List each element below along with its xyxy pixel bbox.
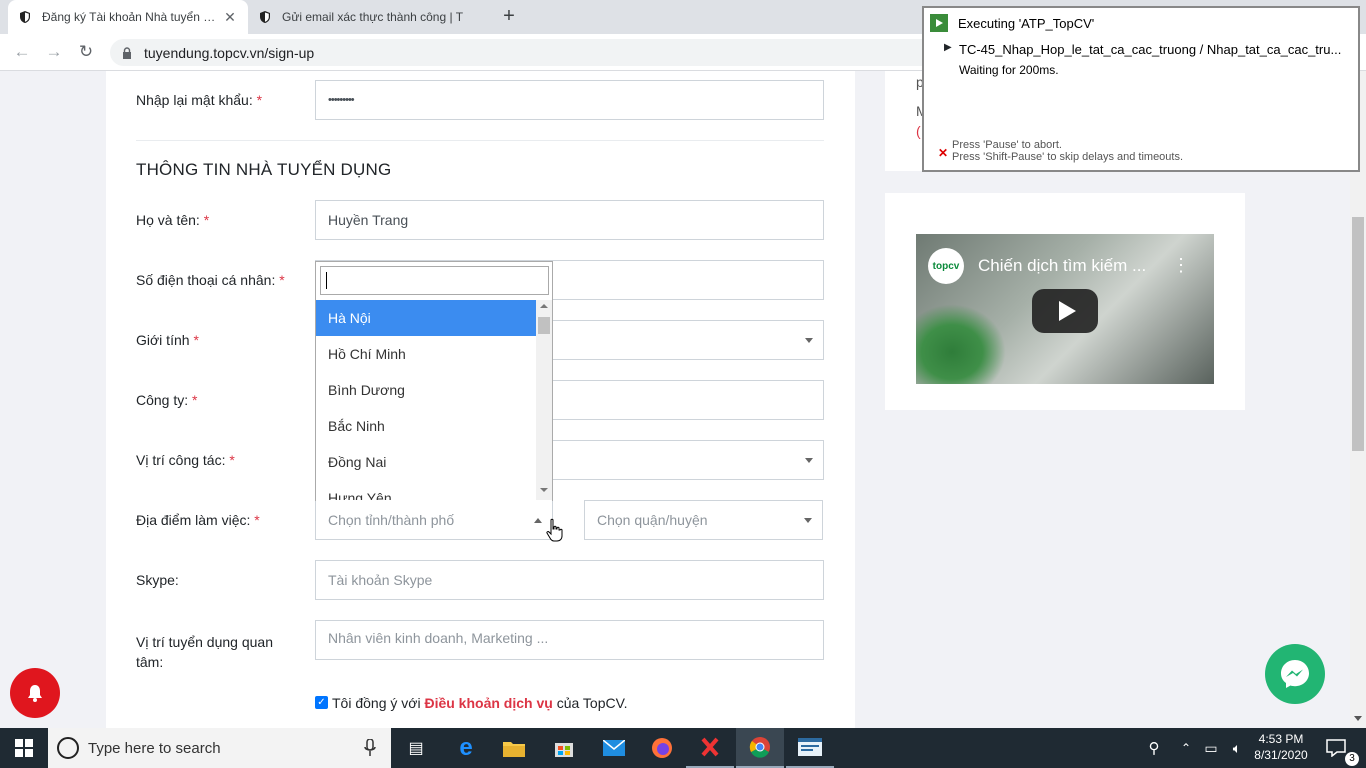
automation-hint: Press 'Pause' to abort. <box>952 139 1062 151</box>
skype-label: Skype: <box>136 572 179 588</box>
expand-arrow-icon[interactable]: ▶ <box>944 42 952 53</box>
automation-header: Executing 'ATP_TopCV' <box>924 8 1358 38</box>
province-option-hanoi[interactable]: Hà Nội <box>316 300 536 336</box>
district-select[interactable]: Chọn quận/huyện <box>584 500 823 540</box>
full-name-input[interactable]: Huyền Trang <box>315 200 824 240</box>
clock[interactable]: 4:53 PM 8/31/2020 <box>1246 731 1316 763</box>
province-option-hungyen[interactable]: Hưng Yên <box>316 480 536 500</box>
shield-icon <box>258 10 272 24</box>
automation-task: TC-45_Nhap_Hop_le_tat_ca_cac_truong / Nh… <box>959 42 1342 57</box>
automation-hint: Press 'Shift-Pause' to skip delays and t… <box>952 151 1184 163</box>
task-view-icon[interactable]: ▤ <box>392 728 440 768</box>
terms-text: Tôi đồng ý với Điều khoản dịch vụ của To… <box>332 695 628 711</box>
dropdown-scroll-thumb[interactable] <box>538 317 550 334</box>
video-player[interactable]: topcv Chiến dịch tìm kiếm ... ⋮ <box>916 234 1214 384</box>
more-vert-icon[interactable]: ⋮ <box>1172 256 1190 274</box>
katalon-icon[interactable] <box>686 728 734 768</box>
microphone-icon[interactable] <box>364 738 376 757</box>
work-location-label: Địa điểm làm việc: * <box>136 512 260 528</box>
play-icon <box>1059 301 1076 321</box>
messenger-icon <box>1281 660 1309 688</box>
confirm-password-input[interactable]: ••••••••• <box>315 80 824 120</box>
video-thumbnail-plant <box>916 304 1006 384</box>
firefox-icon[interactable] <box>638 728 686 768</box>
abort-icon: ✕ <box>938 146 949 160</box>
chrome-icon[interactable] <box>736 728 784 768</box>
windows-start-icon[interactable] <box>0 728 48 768</box>
scroll-down-icon[interactable] <box>540 488 548 492</box>
province-options-list: Hà Nội Hồ Chí Minh Bình Dương Bắc Ninh Đ… <box>316 300 536 500</box>
edge-icon[interactable]: e <box>442 728 490 768</box>
gender-label: Giới tính * <box>136 332 199 348</box>
chevron-down-icon <box>804 518 812 523</box>
scroll-up-icon[interactable] <box>540 304 548 308</box>
divider <box>136 140 824 141</box>
store-icon[interactable] <box>540 728 588 768</box>
file-explorer-icon[interactable] <box>490 728 538 768</box>
province-option-dongnai[interactable]: Đồng Nai <box>316 444 536 480</box>
play-flag-icon <box>930 14 948 32</box>
terms-link[interactable]: Điều khoản dịch vụ <box>424 695 552 711</box>
tab-title: Đăng ký Tài khoản Nhà tuyển dụ <box>42 10 216 24</box>
back-arrow-icon[interactable]: ← <box>10 40 34 64</box>
position-label: Vị trí công tác: * <box>136 452 235 468</box>
chevron-down-icon <box>805 338 813 343</box>
lock-icon <box>122 46 132 59</box>
forward-arrow-icon[interactable]: → <box>42 40 66 64</box>
company-label: Công ty: * <box>136 392 198 408</box>
chevron-down-icon <box>805 458 813 463</box>
confirm-password-label: Nhập lại mật khẩu: * <box>136 92 263 108</box>
tab-email[interactable]: Gửi email xác thực thành công | T <box>248 0 488 34</box>
notification-bell-button[interactable] <box>10 668 60 718</box>
chevron-up-icon <box>534 518 542 523</box>
app-window-icon[interactable] <box>786 728 834 768</box>
scroll-down-icon[interactable] <box>1354 716 1362 721</box>
province-search-input[interactable] <box>320 266 549 295</box>
interest-label: Vị trí tuyển dụng quan tâm: <box>136 634 273 670</box>
reload-icon[interactable]: ↻ <box>74 40 98 64</box>
terms-checkbox[interactable]: ✓ <box>315 696 328 709</box>
taskbar-search-input[interactable]: Type here to search <box>48 728 391 768</box>
info-text-fragment: ( <box>916 123 921 139</box>
province-option-hcm[interactable]: Hồ Chí Minh <box>316 336 536 372</box>
tab-title: Gửi email xác thực thành công | T <box>282 10 464 24</box>
automation-panel: Executing 'ATP_TopCV' ▶ TC-45_Nhap_Hop_l… <box>922 6 1360 172</box>
province-select[interactable]: Chọn tỉnh/thành phố <box>315 500 553 540</box>
full-name-label: Họ và tên: * <box>136 212 210 228</box>
province-option-bacninh[interactable]: Bắc Ninh <box>316 408 536 444</box>
hand-cursor-icon <box>546 518 564 545</box>
section-title: THÔNG TIN NHÀ TUYỂN DỤNG <box>136 160 392 179</box>
interest-input[interactable]: Nhân viên kinh doanh, Marketing ... <box>315 620 824 660</box>
notification-count-badge: 3 <box>1345 752 1359 766</box>
text-cursor <box>326 272 327 289</box>
bell-icon <box>28 685 42 702</box>
automation-status: Waiting for 200ms. <box>959 63 1059 77</box>
url-text: tuyendung.topcv.vn/sign-up <box>144 44 315 61</box>
new-tab-button[interactable]: + <box>498 6 520 28</box>
mail-icon[interactable] <box>590 728 638 768</box>
skype-input[interactable]: Tài khoản Skype <box>315 560 824 600</box>
messenger-chat-button[interactable] <box>1265 644 1325 704</box>
close-icon[interactable]: ✕ <box>222 9 238 26</box>
topcv-logo: topcv <box>928 248 964 284</box>
automation-title: Executing 'ATP_TopCV' <box>958 15 1095 31</box>
page-scroll-thumb[interactable] <box>1352 217 1364 451</box>
cortana-icon <box>57 737 79 759</box>
video-title[interactable]: Chiến dịch tìm kiếm ... <box>978 256 1146 276</box>
shield-icon <box>18 10 32 24</box>
province-option-binhduong[interactable]: Bình Dương <box>316 372 536 408</box>
phone-label: Số điện thoại cá nhân: * <box>136 272 285 288</box>
tab-signup[interactable]: Đăng ký Tài khoản Nhà tuyển dụ ✕ <box>8 0 248 34</box>
